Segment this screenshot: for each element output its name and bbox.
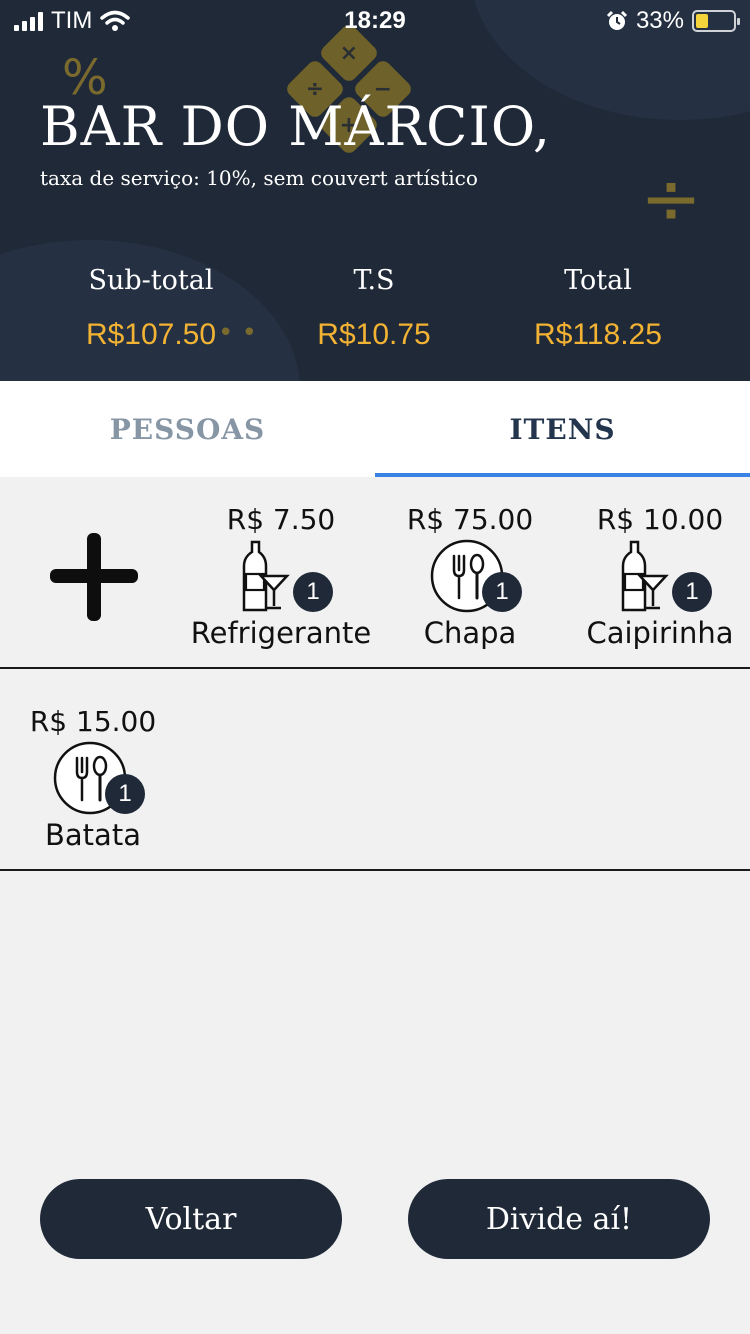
summary-total: Total R$118.25 [483, 265, 713, 352]
item-count-badge: 1 [482, 572, 522, 612]
item-name: Refrigerante [190, 616, 372, 650]
venue-name: BAR DO MÁRCIO, [40, 95, 552, 158]
divide-decoration-icon: ÷ [640, 156, 703, 242]
item-card-chapa[interactable]: R$ 75.00 1 Chapa [375, 503, 565, 650]
item-price: R$ 15.00 [29, 705, 157, 738]
header: % ÷ • • × ÷ − + TIM 18:29 33% BAR DO MÁR… [0, 0, 750, 381]
item-name: Chapa [423, 616, 517, 650]
item-price: R$ 7.50 [226, 503, 336, 536]
cutlery-icon: 1 [53, 740, 145, 818]
venue-subtitle: taxa de serviço: 10%, sem couvert artíst… [40, 166, 478, 190]
tab-itens[interactable]: ITENS [375, 381, 750, 477]
item-count-badge: 1 [105, 774, 145, 814]
item-price: R$ 75.00 [406, 503, 534, 536]
tab-pessoas[interactable]: PESSOAS [0, 381, 375, 477]
summary-value: R$118.25 [534, 318, 662, 351]
summary-label: Sub-total [88, 265, 214, 296]
drinks-icon: 1 [620, 538, 712, 616]
item-card-batata[interactable]: R$ 15.00 1 Batata [0, 705, 188, 852]
item-card-caipirinha[interactable]: R$ 10.00 1 Caipirinha [565, 503, 750, 650]
cutlery-icon: 1 [430, 538, 522, 616]
drinks-icon: 1 [241, 538, 333, 616]
summary-subtotal: Sub-total R$107.50 [36, 265, 266, 352]
item-name: Batata [45, 818, 141, 852]
alarm-icon [606, 10, 628, 30]
add-item-button[interactable] [50, 533, 138, 621]
item-price: R$ 10.00 [596, 503, 724, 536]
summary-label: T.S [353, 265, 395, 296]
battery-icon [692, 10, 740, 32]
summary-label: Total [564, 265, 632, 296]
tab-bar: PESSOAS ITENS [0, 381, 750, 477]
item-count-badge: 1 [672, 572, 712, 612]
summary-service-fee: T.S R$10.75 [259, 265, 489, 352]
summary-value: R$107.50 [85, 318, 217, 351]
battery-level [696, 14, 708, 28]
item-name: Caipirinha [586, 616, 734, 650]
items-row: R$ 15.00 1 Batata [0, 669, 750, 871]
split-bill-button[interactable]: Divide aí! [408, 1179, 710, 1259]
item-card-refrigerante[interactable]: R$ 7.50 1 Refrigerante [186, 503, 376, 650]
summary-value: R$10.75 [317, 318, 431, 351]
status-bar: TIM 18:29 33% [0, 0, 750, 40]
back-button[interactable]: Voltar [40, 1179, 342, 1259]
item-count-badge: 1 [293, 572, 333, 612]
items-row: R$ 7.50 1 Refrigerante R$ 75.00 1 Chapa [0, 477, 750, 669]
battery-percent: 33% [635, 7, 684, 34]
